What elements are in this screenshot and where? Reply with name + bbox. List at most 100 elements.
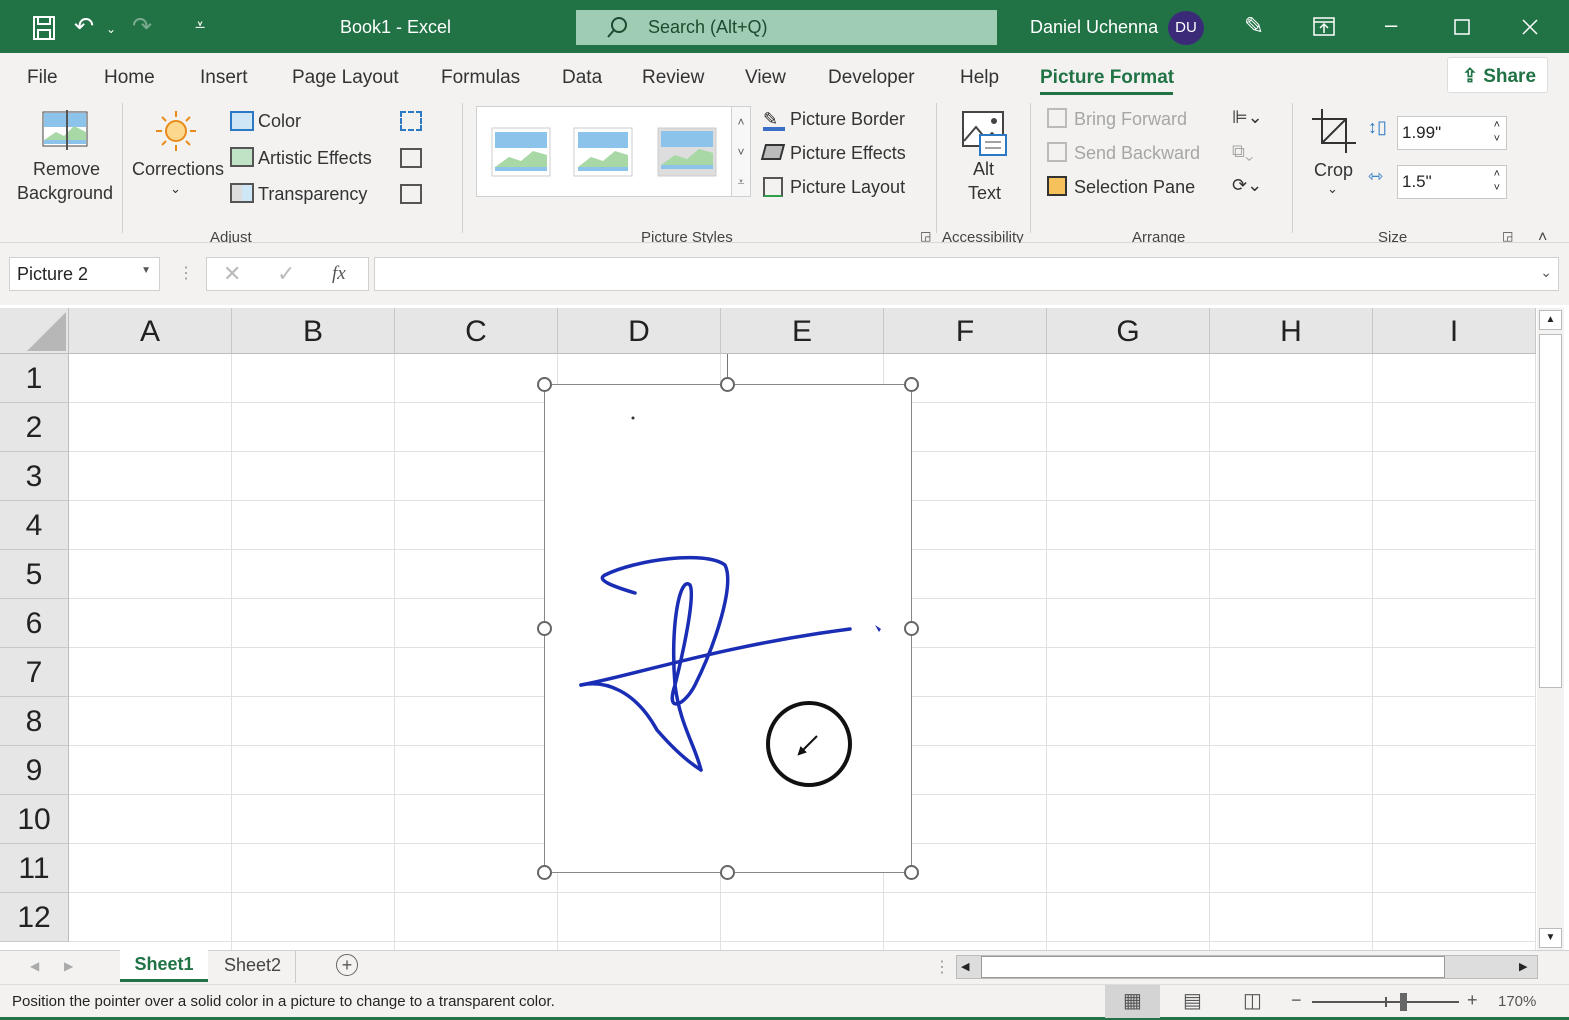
bring-forward-button[interactable]: Bring Forward [1074,109,1187,130]
horizontal-scrollbar[interactable]: ◀ ▶ [956,955,1538,979]
tab-formulas[interactable]: Formulas [441,67,520,89]
column-header-f[interactable]: F [884,308,1047,354]
remove-background-label-2[interactable]: Background [17,183,113,204]
scroll-right-icon[interactable]: ▶ [1519,960,1527,973]
width-spinner-icon[interactable]: ˄ ˅ [1494,167,1500,195]
user-name[interactable]: Daniel Uchenna [1030,17,1158,38]
send-backward-button[interactable]: Send Backward [1074,143,1200,164]
height-input[interactable]: 1.99" ˄ ˅ [1397,116,1507,150]
zoom-level[interactable]: 170% [1498,993,1536,1010]
resize-handle-nw[interactable] [537,377,552,392]
row-header-4[interactable]: 4 [0,501,69,550]
row-header-1[interactable]: 1 [0,354,69,403]
tab-picture-format[interactable]: Picture Format [1040,67,1174,89]
align-icon[interactable]: ⊫⌄ [1232,107,1263,128]
gallery-down-icon[interactable]: ˅ [732,137,750,167]
resize-handle-w[interactable] [537,621,552,636]
height-spinner-icon[interactable]: ˄ ˅ [1494,118,1500,146]
picture-layout-button[interactable]: Picture Layout [790,177,905,198]
remove-background-icon[interactable] [42,110,88,150]
formula-bar-grip-icon[interactable]: ⋮ [178,263,194,283]
rotate-icon[interactable]: ⟳⌄ [1232,175,1262,196]
resize-handle-n[interactable] [720,377,735,392]
insert-function-button[interactable]: fx [332,263,346,285]
corrections-label[interactable]: Corrections [132,159,224,180]
search-box[interactable]: Search (Alt+Q) [576,10,997,45]
page-break-preview-button[interactable]: ◫ [1243,988,1262,1013]
row-header-3[interactable]: 3 [0,452,69,501]
ribbon-display-icon[interactable] [1313,17,1335,37]
row-header-2[interactable]: 2 [0,403,69,452]
selection-pane-button[interactable]: Selection Pane [1074,177,1195,198]
customize-qat-icon[interactable]: ⩡ [195,15,205,36]
alt-text-icon[interactable] [962,111,1008,157]
tab-split-grip-icon[interactable]: ⋮ [934,957,950,977]
tab-review[interactable]: Review [642,67,704,89]
resize-handle-e[interactable] [904,621,919,636]
page-layout-view-button[interactable]: ▤ [1183,988,1202,1013]
remove-background-label-1[interactable]: Remove [33,159,100,180]
width-input[interactable]: 1.5" ˄ ˅ [1397,165,1507,199]
sheet-tab-sheet2[interactable]: Sheet2 [210,951,296,983]
group-icon[interactable]: ⧉⌄ [1232,141,1253,162]
expand-formula-bar-icon[interactable]: ⌄ [1540,264,1552,281]
corrections-icon[interactable] [155,110,197,152]
next-sheet-icon[interactable]: ▶ [64,959,73,973]
scroll-up-icon[interactable]: ▲ [1539,310,1562,330]
gallery-up-icon[interactable]: ˄ [732,107,750,137]
scroll-left-icon[interactable]: ◀ [961,960,969,973]
resize-handle-s[interactable] [720,865,735,880]
new-sheet-button[interactable]: + [336,954,358,976]
gallery-more-icon[interactable]: ⩡ [732,167,750,197]
vertical-scrollbar[interactable]: ▲ ▼ [1537,308,1564,950]
name-box-dropdown-icon[interactable]: ▼ [141,265,151,276]
picture-effects-button[interactable]: Picture Effects [790,143,906,164]
row-header-6[interactable]: 6 [0,599,69,648]
crop-dropdown-icon[interactable]: ⌄ [1327,181,1338,197]
tab-developer[interactable]: Developer [828,67,915,89]
corrections-dropdown-icon[interactable]: ⌄ [170,181,181,197]
coauthor-icon[interactable]: ✎ [1244,12,1264,41]
gallery-scroll[interactable]: ˄ ˅ ⩡ [731,106,751,197]
alt-text-label-2[interactable]: Text [968,183,1001,204]
prev-sheet-icon[interactable]: ◀ [30,959,39,973]
crop-label[interactable]: Crop [1314,160,1353,181]
zoom-in-button[interactable]: + [1467,990,1478,1011]
vertical-scroll-thumb[interactable] [1539,334,1562,688]
size-launcher-icon[interactable]: ◲ [1502,229,1513,243]
transparency-button[interactable]: Transparency [258,184,367,205]
share-button[interactable]: ⇪ Share [1447,57,1548,93]
picture-style-1[interactable] [491,127,551,177]
tab-data[interactable]: Data [562,67,602,89]
alt-text-label-1[interactable]: Alt [973,159,994,180]
reset-picture-icon[interactable] [400,184,422,204]
column-header-c[interactable]: C [395,308,558,354]
zoom-slider-thumb[interactable] [1399,993,1407,1011]
tab-file[interactable]: File [27,67,58,89]
column-header-i[interactable]: I [1373,308,1536,354]
resize-handle-ne[interactable] [904,377,919,392]
tab-help[interactable]: Help [960,67,999,89]
formula-input[interactable]: ⌄ [374,257,1559,291]
resize-handle-se[interactable] [904,865,919,880]
resize-handle-sw[interactable] [537,865,552,880]
undo-dropdown-icon[interactable]: ⌄ [106,22,116,36]
column-header-a[interactable]: A [69,308,232,354]
zoom-out-button[interactable]: − [1291,990,1302,1011]
row-header-10[interactable]: 10 [0,795,69,844]
row-header-12[interactable]: 12 [0,893,69,942]
row-header-7[interactable]: 7 [0,648,69,697]
picture-2-signature[interactable] [544,384,912,873]
column-header-b[interactable]: B [232,308,395,354]
crop-icon[interactable] [1312,109,1356,153]
scroll-down-icon[interactable]: ▼ [1539,928,1562,948]
row-header-8[interactable]: 8 [0,697,69,746]
compress-pictures-icon[interactable] [400,111,422,131]
column-header-e[interactable]: E [721,308,884,354]
column-header-d[interactable]: D [558,308,721,354]
row-header-5[interactable]: 5 [0,550,69,599]
tab-view[interactable]: View [745,67,786,89]
save-icon[interactable] [32,15,56,41]
name-box[interactable]: Picture 2 ▼ [9,257,160,291]
row-header-11[interactable]: 11 [0,844,69,893]
